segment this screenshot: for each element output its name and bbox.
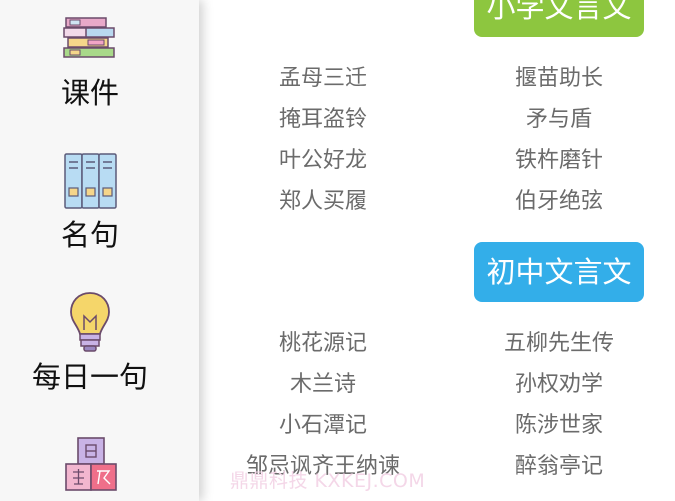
article-item[interactable]: 伯牙绝弦 bbox=[449, 187, 669, 217]
article-item[interactable]: 叶公好龙 bbox=[213, 146, 433, 176]
sidebar-item-label: 课件 bbox=[60, 76, 119, 110]
article-item[interactable]: 掩耳盗铃 bbox=[213, 105, 433, 135]
article-item[interactable]: 孙权劝学 bbox=[449, 370, 669, 400]
watermark: 鼎鼎科技 KXKEJ.COM bbox=[230, 470, 426, 492]
article-item[interactable]: 矛与盾 bbox=[449, 105, 669, 135]
sidebar-item-label: 每日一句 bbox=[31, 360, 148, 394]
article-item[interactable]: 桃花源记 bbox=[213, 329, 433, 359]
sidebar-nav: 课件 名句 每日一句 bbox=[0, 0, 199, 501]
sidebar-item-label: 名句 bbox=[60, 218, 119, 252]
sidebar-item-famous-quotes[interactable]: 名句 bbox=[0, 140, 180, 260]
article-item[interactable]: 铁杵磨针 bbox=[449, 146, 669, 176]
article-item[interactable]: 小石潭记 bbox=[213, 411, 433, 441]
article-item[interactable]: 郑人买履 bbox=[213, 187, 433, 217]
binders-icon bbox=[64, 153, 117, 209]
sidebar-item-characters[interactable] bbox=[0, 430, 180, 501]
section-title-junior-classical[interactable]: 初中文言文 bbox=[474, 242, 644, 302]
character-blocks-icon bbox=[65, 437, 117, 491]
sidebar-item-daily-sentence[interactable]: 每日一句 bbox=[0, 284, 180, 404]
article-item[interactable]: 陈涉世家 bbox=[449, 411, 669, 441]
article-item[interactable]: 醉翁亭记 bbox=[449, 452, 669, 482]
article-item[interactable]: 孟母三迁 bbox=[213, 64, 433, 94]
lightbulb-icon bbox=[70, 292, 110, 352]
article-item[interactable]: 揠苗助长 bbox=[449, 64, 669, 94]
section-title-primary-classical[interactable]: 小学文言文 bbox=[474, 0, 644, 37]
books-icon bbox=[63, 17, 115, 58]
article-item[interactable]: 五柳先生传 bbox=[449, 329, 669, 359]
article-item[interactable]: 木兰诗 bbox=[213, 370, 433, 400]
sidebar-item-courseware[interactable]: 课件 bbox=[0, 0, 180, 120]
content-area: 小学文言文 孟母三迁 掩耳盗铃 叶公好龙 郑人买履 揠苗助长 矛与盾 铁杵磨针 … bbox=[199, 0, 675, 501]
